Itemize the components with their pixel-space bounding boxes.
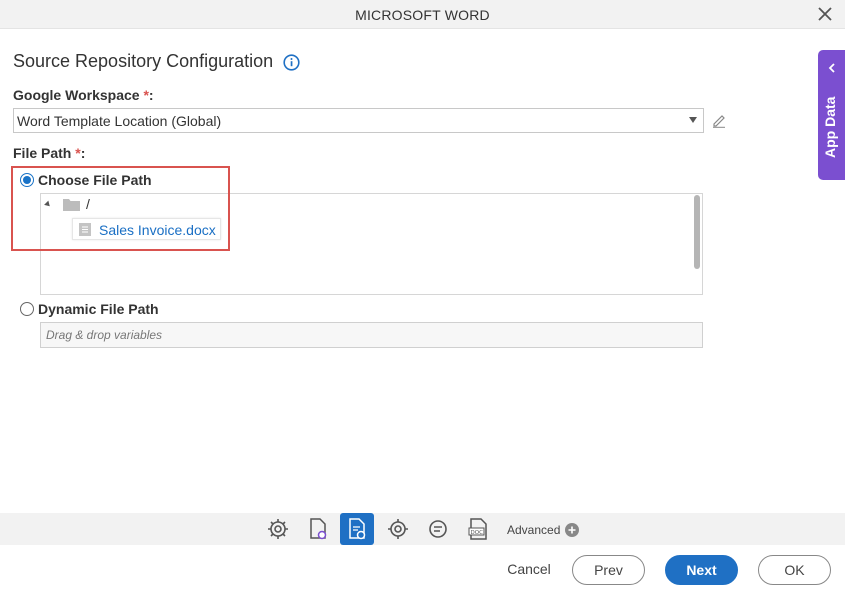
close-icon[interactable] <box>817 6 833 22</box>
workspace-select[interactable]: Word Template Location (Global) <box>13 108 704 133</box>
advanced-label[interactable]: Advanced <box>507 523 560 537</box>
dynamic-file-path-label[interactable]: Dynamic File Path <box>38 301 159 317</box>
workspace-select-value: Word Template Location (Global) <box>17 113 222 129</box>
tree-scrollbar[interactable] <box>694 195 700 269</box>
pencil-icon[interactable] <box>711 112 727 128</box>
chevron-left-icon <box>828 63 835 73</box>
doc-file-icon[interactable]: DOC <box>466 517 490 541</box>
file-path-label: File Path *: <box>13 145 86 161</box>
plus-circle-icon[interactable] <box>565 523 579 537</box>
app-data-label: App Data <box>822 96 838 158</box>
info-icon[interactable] <box>283 54 300 71</box>
prev-button[interactable]: Prev <box>572 555 645 585</box>
settings-list-icon[interactable] <box>426 517 450 541</box>
window-title: MICROSOFT WORD <box>355 7 490 23</box>
ok-button[interactable]: OK <box>758 555 831 585</box>
workspace-label: Google Workspace *: <box>13 87 154 103</box>
document-config-icon[interactable] <box>340 513 374 545</box>
page-title: Source Repository Configuration <box>13 51 274 71</box>
title-bar: MICROSOFT WORD <box>0 0 845 29</box>
app-data-panel-tab[interactable]: App Data <box>818 50 845 180</box>
document-settings-icon[interactable] <box>306 517 330 541</box>
dynamic-file-path-radio[interactable] <box>20 302 34 316</box>
step-toolbar: DOC Advanced <box>0 513 845 545</box>
svg-text:DOC: DOC <box>471 530 484 536</box>
settings-gear-icon[interactable] <box>266 517 290 541</box>
dynamic-path-dropzone[interactable]: Drag & drop variables <box>40 322 703 348</box>
chevron-down-icon <box>689 117 697 123</box>
gear-icon[interactable] <box>386 517 410 541</box>
cancel-button[interactable]: Cancel <box>500 555 558 585</box>
next-button[interactable]: Next <box>665 555 738 585</box>
highlight-box <box>11 166 230 251</box>
